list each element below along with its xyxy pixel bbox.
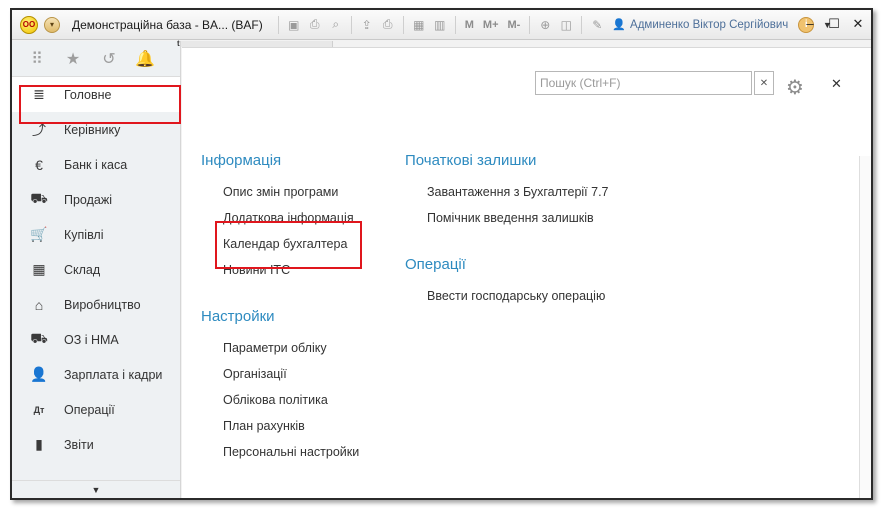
save-icon[interactable]: ▣ — [285, 16, 303, 34]
window-title: Демонстраційна база - BA... (BAF) — [72, 17, 263, 32]
section-item-main[interactable]: ≣ Головне — [12, 77, 180, 112]
truck-icon: ⛟ — [30, 330, 48, 346]
link-additional-info[interactable]: Додаткова інформація — [223, 211, 354, 225]
title-bar: OO ▾ Демонстраційна база - BA... (BAF) ▣… — [12, 10, 871, 40]
memory-plus-button[interactable]: M+ — [480, 19, 502, 31]
section-item-label: ОЗ і НМА — [64, 332, 119, 347]
link-balance-wizard[interactable]: Помічник введення залишків — [427, 211, 594, 225]
section-item-label: Керівнику — [64, 122, 121, 137]
section-item-label: Купівлі — [64, 227, 104, 242]
section-item-warehouse[interactable]: ▦ Склад — [12, 252, 180, 287]
search-input[interactable] — [536, 72, 751, 94]
link-chart-of-accounts[interactable]: План рахунків — [223, 419, 305, 433]
app-logo-icon[interactable]: OO — [20, 15, 38, 34]
section-item-management[interactable]: ⤴ Керівнику — [12, 112, 180, 147]
section-item-bank[interactable]: € Банк і каса — [12, 147, 180, 182]
debit-credit-icon: Дт — [33, 404, 45, 415]
tools-icon[interactable]: ✎ — [588, 16, 606, 34]
section-item-label: Виробництво — [64, 297, 141, 312]
memory-button[interactable]: M — [462, 19, 477, 31]
section-item-label: Зарплата і кадри — [64, 367, 163, 382]
section-item-fixed-assets[interactable]: ⛟ ОЗ і НМА — [12, 322, 180, 357]
minimize-icon[interactable]: ‒ — [803, 16, 817, 32]
printer-icon[interactable]: ⎙ — [379, 16, 397, 34]
window-controls: ‒ ☐ ✕ — [803, 16, 865, 32]
section-item-production[interactable]: ⌂ Виробництво — [12, 287, 180, 322]
user-icon: 👤 — [612, 19, 627, 31]
link-accounting-policy[interactable]: Облікова політика — [223, 393, 328, 407]
link-accounting-params[interactable]: Параметри обліку — [223, 341, 327, 355]
warehouse-icon: ▦ — [32, 261, 46, 277]
search-clear-icon[interactable]: ✕ — [754, 71, 774, 95]
menu-lines-icon: ≣ — [33, 86, 45, 102]
link-its-news[interactable]: Новини ІТС — [223, 263, 290, 277]
cart-icon: 🛒 — [30, 226, 48, 242]
preview-icon[interactable]: ⌕ — [327, 16, 345, 34]
section-title-initial-balances: Початкові залишки — [405, 152, 537, 169]
settings-gear-icon[interactable]: ⚙ — [786, 75, 804, 100]
section-item-label: Звіти — [64, 437, 94, 452]
section-item-sales[interactable]: ⛟ Продажі — [12, 182, 180, 217]
main-menu-dropdown-icon[interactable]: ▾ — [44, 16, 60, 33]
history-icon[interactable]: ↺ — [98, 49, 120, 69]
sections-panel: ⠿ ★ ↺ 🔔 ≣ Головне ⤴ Керівнику € Банк і к… — [12, 41, 181, 498]
section-title-info: Інформація — [201, 152, 282, 169]
window-layout-icon[interactable]: ◫ — [557, 16, 575, 34]
print-icon[interactable]: ⎙ — [306, 16, 324, 34]
section-title-settings: Настройки — [201, 308, 275, 325]
link-accountant-calendar[interactable]: Календар бухгалтера — [223, 237, 347, 251]
user-name: Админенко Віктор Сергійович — [630, 18, 789, 31]
toolbar: ▣ ⎙ ⌕ ⇪ ⎙ ▦ ▥ M M+ M- ⊕ ◫ ✎ — [275, 15, 607, 34]
sections-list: ≣ Головне ⤴ Керівнику € Банк і каса ⛟ Пр… — [12, 77, 180, 462]
section-title-operations: Операції — [405, 256, 466, 273]
section-item-label: Головне — [64, 87, 112, 102]
section-item-reports[interactable]: ▮ Звіти — [12, 427, 180, 462]
close-icon[interactable]: ✕ — [831, 76, 842, 92]
bell-icon[interactable]: 🔔 — [134, 49, 156, 69]
tab-label[interactable]: t — [177, 39, 180, 48]
link-enter-operation[interactable]: Ввести господарську операцію — [427, 289, 605, 303]
bar-chart-icon: ▮ — [35, 436, 43, 452]
sections-panel-toolbar: ⠿ ★ ↺ 🔔 — [12, 41, 180, 77]
person-icon: 👤 — [30, 366, 48, 382]
section-item-purchases[interactable]: 🛒 Купівлі — [12, 217, 180, 252]
section-item-label: Операції — [64, 402, 115, 417]
section-item-payroll[interactable]: 👤 Зарплата і кадри — [12, 357, 180, 392]
main-content: ✕ ⚙ ✕ Інформація Опис змін програми Дода… — [182, 47, 871, 498]
trend-icon: ⤴ — [32, 121, 46, 138]
vertical-scrollbar[interactable] — [859, 156, 871, 498]
section-item-label: Продажі — [64, 192, 112, 207]
factory-icon: ⌂ — [34, 296, 44, 313]
calculator-icon[interactable]: ▦ — [410, 16, 428, 34]
link-changes-description[interactable]: Опис змін програми — [223, 185, 338, 199]
currency-icon: € — [35, 156, 43, 173]
calendar-icon[interactable]: ▥ — [431, 16, 449, 34]
search-box[interactable] — [535, 71, 752, 95]
link-import-from-7-7[interactable]: Завантаження з Бухгалтерії 7.7 — [427, 185, 609, 199]
upload-icon[interactable]: ⇪ — [358, 16, 376, 34]
shopping-bag-icon: ⛟ — [30, 190, 48, 206]
link-personal-settings[interactable]: Персональні настройки — [223, 445, 359, 459]
section-item-label: Банк і каса — [64, 157, 128, 172]
scroll-down-icon[interactable]: ▼ — [12, 480, 180, 498]
close-window-icon[interactable]: ✕ — [851, 16, 865, 32]
section-item-label: Склад — [64, 262, 101, 277]
maximize-icon[interactable]: ☐ — [827, 16, 841, 32]
section-item-operations[interactable]: Дт Операції — [12, 392, 180, 427]
memory-minus-button[interactable]: M- — [505, 19, 524, 31]
app-window: OO ▾ Демонстраційна база - BA... (BAF) ▣… — [10, 8, 873, 500]
star-icon[interactable]: ★ — [62, 49, 84, 69]
zoom-icon[interactable]: ⊕ — [536, 16, 554, 34]
apps-grid-icon[interactable]: ⠿ — [26, 49, 48, 69]
link-organizations[interactable]: Організації — [223, 367, 287, 381]
